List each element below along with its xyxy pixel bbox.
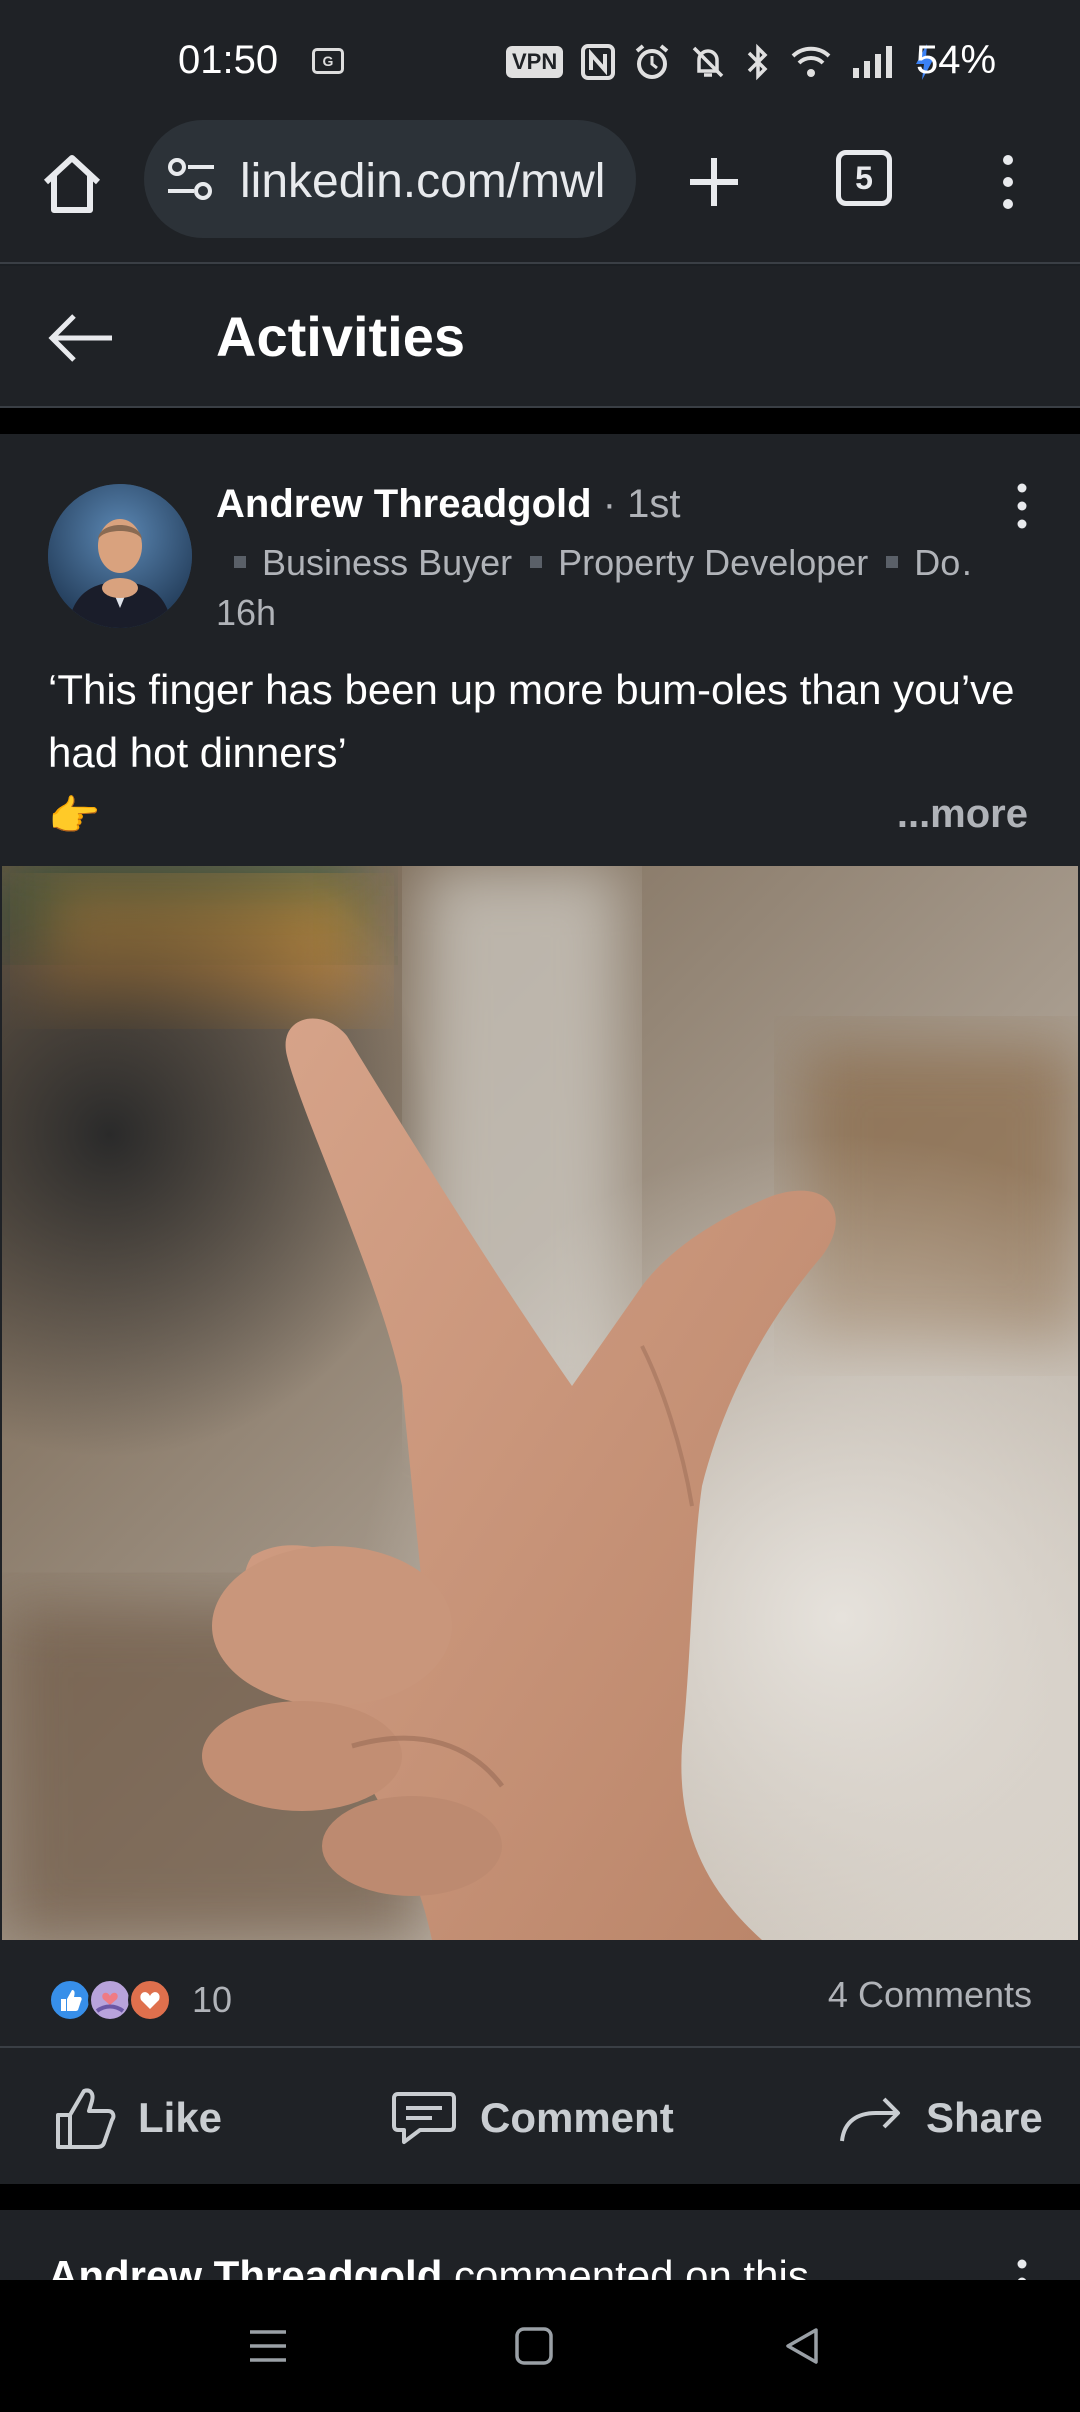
reaction-count: 10 [192, 1979, 233, 2020]
comment-icon [392, 2092, 456, 2144]
status-icons: VPN [506, 38, 937, 86]
url-text[interactable]: linkedin.com/mwl [240, 154, 620, 209]
activity-options-icon[interactable] [1004, 2256, 1040, 2280]
post-options-icon[interactable] [1004, 478, 1040, 538]
post-actions: Like Comment Share [0, 2048, 1080, 2184]
status-bar: 01:50 G VPN 54% [0, 0, 1080, 120]
headline-item: Business Buyer [262, 542, 513, 583]
new-tab-icon[interactable] [682, 150, 746, 214]
post-timestamp: 16h [216, 592, 277, 633]
bluetooth-icon [748, 43, 768, 81]
site-settings-icon[interactable] [166, 156, 216, 202]
share-arrow-icon [840, 2097, 900, 2142]
comments-count[interactable]: 4 Comments [828, 1974, 1032, 2016]
gallery-notification-icon: G [312, 48, 344, 74]
connection-degree: 1st [627, 482, 681, 526]
system-navigation-bar [0, 2280, 1080, 2412]
bullet [886, 556, 899, 569]
address-bar[interactable]: linkedin.com/mwl [144, 120, 636, 238]
page-title: Activities [216, 305, 465, 368]
share-button[interactable]: Share [838, 2078, 1043, 2158]
author-headline: Business Buyer Property Developer Do… [216, 542, 976, 584]
see-more-link[interactable]: ...more [897, 792, 1028, 837]
wifi-icon [791, 46, 831, 77]
avatar[interactable] [48, 484, 192, 628]
battery-level: 54% [916, 38, 997, 82]
vpn-icon: VPN [506, 46, 564, 78]
post-text: ‘This finger has been up more bum-oles t… [48, 666, 1015, 776]
love-reaction-icon [128, 1978, 172, 2022]
browser-menu-icon[interactable] [990, 150, 1026, 214]
author-name[interactable]: Andrew Threadgold [216, 482, 592, 526]
next-activity-author[interactable]: Andrew Threadgold [48, 2252, 442, 2280]
divider [0, 2184, 1080, 2210]
author-line: Andrew Threadgold · 1st [216, 482, 681, 527]
mute-icon [693, 46, 724, 78]
headline-item: Do… [914, 542, 976, 583]
next-activity-card[interactable]: Andrew Threadgold commented on this [0, 2210, 1080, 2280]
hand-photo [2, 866, 1078, 1940]
like-label: Like [138, 2094, 223, 2141]
alarm-icon [635, 44, 669, 79]
pointing-hand-emoji: 👉 [48, 792, 101, 839]
back-nav-icon[interactable] [780, 2324, 824, 2368]
back-arrow-icon[interactable] [46, 302, 118, 374]
bullet [530, 556, 543, 569]
signal-icon [853, 46, 893, 78]
comment-label: Comment [480, 2094, 674, 2141]
home-icon[interactable] [36, 148, 108, 220]
post-image[interactable] [2, 866, 1078, 1940]
status-time: 01:50 [178, 38, 279, 82]
next-activity-action: commented on this [442, 2252, 809, 2280]
thumbs-up-icon [56, 2088, 116, 2149]
recent-apps-icon[interactable] [246, 2324, 290, 2368]
page-header: Activities [0, 266, 1080, 408]
like-button[interactable]: Like [54, 2078, 222, 2158]
share-label: Share [926, 2094, 1043, 2141]
divider [0, 408, 1080, 434]
browser-toolbar: linkedin.com/mwl 5 [0, 120, 1080, 264]
avatar-image [48, 484, 192, 628]
post-card: Andrew Threadgold · 1st Business Buyer Pr… [0, 434, 1080, 2184]
bullet [234, 556, 246, 569]
support-reaction-icon [88, 1978, 132, 2022]
like-reaction-icon [48, 1978, 92, 2022]
nfc-icon [581, 44, 616, 80]
next-activity-text: Andrew Threadgold commented on this [48, 2252, 809, 2280]
home-nav-icon[interactable] [512, 2324, 556, 2368]
comment-button[interactable]: Comment [390, 2078, 674, 2158]
reactions-summary[interactable]: 10 [48, 1970, 232, 2030]
tab-switcher-button[interactable]: 5 [836, 150, 892, 206]
dot-separator: · [602, 482, 628, 526]
headline-item: Property Developer [558, 542, 869, 583]
